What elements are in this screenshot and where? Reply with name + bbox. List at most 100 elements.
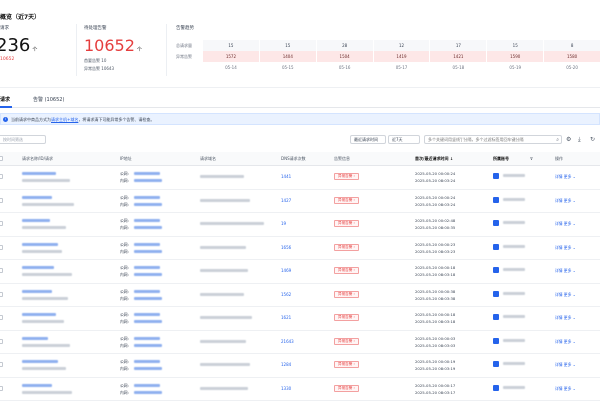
time-filter-select[interactable]: 按时间筛选	[0, 135, 46, 144]
request-name-link[interactable]	[22, 172, 56, 175]
row-checkbox[interactable]	[0, 362, 3, 367]
request-domain	[200, 316, 252, 319]
row-actions[interactable]: 详情 更多 ⌄	[555, 221, 576, 227]
row-actions[interactable]: 详情 更多 ⌄	[555, 292, 576, 298]
dns-count[interactable]: 1330	[281, 386, 291, 391]
header-dns[interactable]: DNS请求次数	[281, 156, 306, 162]
ip-public[interactable]	[134, 266, 160, 269]
ip-private[interactable]	[134, 344, 162, 347]
ip-private[interactable]	[134, 367, 162, 370]
dns-count[interactable]: 1441	[281, 174, 291, 179]
table-row[interactable]: 公网:内网:1330异常告警 ›2025-05-20 00:00:172025-…	[0, 378, 600, 401]
request-name-link[interactable]	[22, 313, 56, 316]
table-row[interactable]: 公网:内网:21643异常告警 ›2025-05-20 00:00:032025…	[0, 331, 600, 355]
row-actions[interactable]: 详情 更多 ⌄	[555, 245, 576, 251]
table-row[interactable]: 公网:内网:1284异常告警 ›2025-05-20 00:00:192025-…	[0, 354, 600, 378]
ip-public[interactable]	[134, 219, 160, 222]
dns-count[interactable]: 19	[281, 221, 286, 226]
row-actions[interactable]: 详情 更多 ⌄	[555, 268, 576, 274]
gear-icon[interactable]: ⚙	[566, 136, 571, 143]
dns-count[interactable]: 1284	[281, 362, 291, 367]
row-checkbox[interactable]	[0, 268, 3, 273]
ip-private[interactable]	[134, 297, 162, 300]
header-time[interactable]: 首次/最近请求时间 ↓	[415, 156, 453, 162]
select-all-checkbox[interactable]	[0, 156, 3, 161]
row-actions[interactable]: 详情 更多 ⌄	[555, 198, 576, 204]
trend-cell: 05-14	[203, 62, 259, 73]
ip-private[interactable]	[134, 320, 162, 323]
request-name-link[interactable]	[22, 337, 48, 340]
ip-public[interactable]	[134, 360, 160, 363]
ip-private[interactable]	[134, 273, 162, 276]
tab-requests[interactable]: 请求	[0, 96, 10, 103]
request-id	[22, 203, 74, 206]
trend-row: 05-1405-1505-1605-1705-1805-1905-20	[172, 62, 600, 73]
row-actions[interactable]: 详情 更多 ⌄	[555, 315, 576, 321]
request-name-link[interactable]	[22, 243, 58, 246]
ip-private[interactable]	[134, 203, 162, 206]
table-row[interactable]: 公网:内网:1621异常告警 ›2025-05-20 00:00:182025-…	[0, 307, 600, 331]
dns-count[interactable]: 1469	[281, 268, 291, 273]
status-badge: 异常告警 ›	[334, 220, 359, 227]
first-request-time: 2025-05-20 00:02:48	[415, 218, 455, 223]
search-box[interactable]: ⌕	[424, 135, 562, 144]
ip-public[interactable]	[134, 196, 160, 199]
dns-count[interactable]: 1427	[281, 198, 291, 203]
request-id	[22, 250, 62, 253]
search-input[interactable]	[428, 137, 548, 142]
row-checkbox[interactable]	[0, 221, 3, 226]
dns-count[interactable]: 21643	[281, 339, 294, 344]
dns-count[interactable]: 1562	[281, 292, 291, 297]
row-checkbox[interactable]	[0, 339, 3, 344]
request-name-link[interactable]	[22, 266, 54, 269]
request-name-link[interactable]	[22, 384, 52, 387]
dns-count[interactable]: 1621	[281, 315, 291, 320]
table-row[interactable]: 公网:内网:1469异常告警 ›2025-05-20 00:00:182025-…	[0, 260, 600, 284]
request-name-link[interactable]	[22, 290, 52, 293]
request-id	[22, 179, 70, 182]
status-badge: 异常告警 ›	[334, 291, 359, 298]
table-toolbar: 按时间筛选 最近请求时间 近7天 ⌕ ⚙ ⤓ ↻	[0, 133, 600, 147]
ip-public[interactable]	[134, 337, 160, 340]
row-checkbox[interactable]	[0, 245, 3, 250]
recent-request-time-filter[interactable]: 最近请求时间	[350, 135, 386, 144]
ip-public[interactable]	[134, 243, 160, 246]
row-actions[interactable]: 详情 更多 ⌄	[555, 174, 576, 180]
ip-private[interactable]	[134, 250, 162, 253]
header-status[interactable]: 告警信息	[334, 156, 350, 162]
row-actions[interactable]: 详情 更多 ⌄	[555, 339, 576, 345]
ip-public[interactable]	[134, 384, 160, 387]
date-range-select[interactable]: 近7天	[388, 135, 420, 144]
row-checkbox[interactable]	[0, 198, 3, 203]
ip-public[interactable]	[134, 172, 160, 175]
download-icon[interactable]: ⤓	[578, 136, 581, 143]
row-actions[interactable]: 详情 更多 ⌄	[555, 386, 576, 392]
banner-link[interactable]: 请求主机+域名	[51, 117, 78, 122]
row-checkbox[interactable]	[0, 386, 3, 391]
request-name-link[interactable]	[22, 219, 50, 222]
ip-public[interactable]	[134, 290, 160, 293]
search-icon[interactable]: ⌕	[556, 137, 559, 143]
ip-private[interactable]	[134, 179, 162, 182]
settings-icon[interactable]: ↻	[590, 136, 595, 143]
request-id	[22, 297, 68, 300]
table-row[interactable]: 公网:内网:19异常告警 ›2025-05-20 00:02:482025-05…	[0, 213, 600, 237]
table-row[interactable]: 公网:内网:1656异常告警 ›2025-05-20 00:00:232025-…	[0, 237, 600, 261]
table-row[interactable]: 公网:内网:1441异常告警 ›2025-05-20 00:00:242025-…	[0, 166, 600, 190]
tab-alarms[interactable]: 告警 (10652)	[33, 96, 64, 103]
header-provider[interactable]: 所属账号	[493, 156, 509, 162]
ip-public[interactable]	[134, 313, 160, 316]
ip-private-label: 内网:	[120, 178, 129, 184]
request-name-link[interactable]	[22, 196, 52, 199]
table-row[interactable]: 公网:内网:1427异常告警 ›2025-05-20 00:00:242025-…	[0, 190, 600, 214]
row-actions[interactable]: 详情 更多 ⌄	[555, 362, 576, 368]
row-checkbox[interactable]	[0, 292, 3, 297]
ip-private[interactable]	[134, 226, 162, 229]
dns-count[interactable]: 1656	[281, 245, 291, 250]
ip-private[interactable]	[134, 391, 162, 394]
request-name-link[interactable]	[22, 360, 58, 363]
row-checkbox[interactable]	[0, 174, 3, 179]
filter-icon[interactable]: ⊽	[530, 156, 533, 161]
row-checkbox[interactable]	[0, 315, 3, 320]
table-row[interactable]: 公网:内网:1562异常告警 ›2025-05-20 00:00:382025-…	[0, 284, 600, 308]
